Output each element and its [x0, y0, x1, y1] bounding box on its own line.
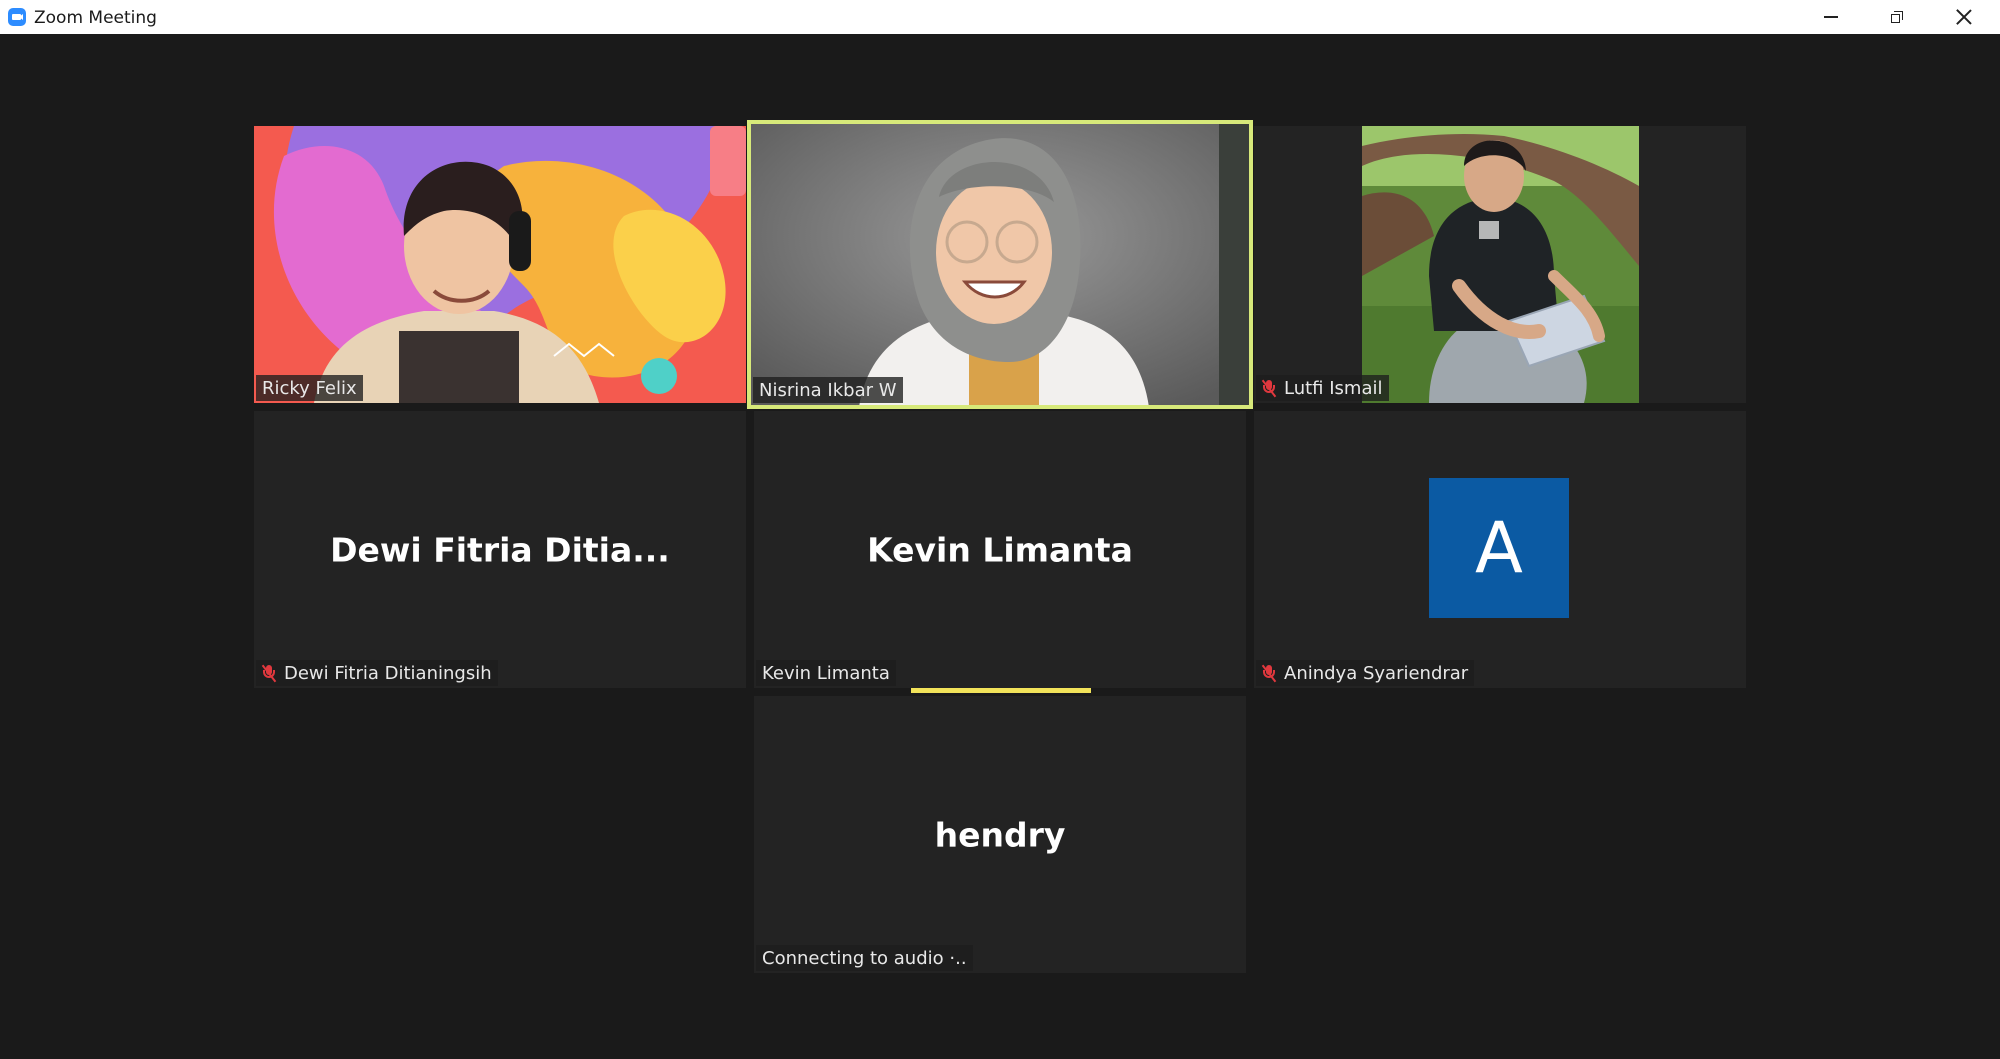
speaking-indicator — [911, 688, 1091, 693]
participant-name-label: Lutfi Ismail — [1256, 375, 1389, 401]
avatar: A — [1429, 478, 1569, 618]
muted-mic-icon — [1261, 379, 1277, 398]
participant-name-label: Dewi Fitria Ditianingsih — [256, 660, 498, 686]
window-title: Zoom Meeting — [34, 8, 157, 28]
participant-name-label: Nisrina Ikbar W — [753, 377, 903, 403]
restore-icon — [1891, 11, 1903, 23]
participant-name: Kevin Limanta — [762, 662, 890, 684]
participant-name-label: Anindya Syariendrar — [1256, 660, 1475, 686]
connection-status-label: Connecting to audio ·.. — [756, 945, 973, 971]
video-tile-dewi-fitria-ditianingsih[interactable]: Dewi Fitria Ditia... Dewi Fitria Ditiani… — [254, 411, 746, 688]
participant-display-name: Kevin Limanta — [867, 530, 1133, 569]
participant-name-label: Kevin Limanta — [756, 660, 896, 686]
video-feed-ricky-felix — [254, 126, 746, 403]
participant-name: Ricky Felix — [262, 377, 357, 399]
participant-name: Anindya Syariendrar — [1284, 662, 1469, 684]
video-feed-nisrina-ikbar-w — [749, 122, 1251, 407]
video-tile-hendry[interactable]: hendry Connecting to audio ·.. — [754, 696, 1246, 973]
close-icon — [1956, 9, 1972, 25]
title-bar: Zoom Meeting — [0, 0, 2000, 34]
video-tile-nisrina-ikbar-w[interactable]: Nisrina Ikbar W — [747, 120, 1253, 409]
video-feed-lutfi-ismail — [1254, 126, 1746, 403]
video-tile-anindya-syariendrar[interactable]: A Anindya Syariendrar — [1254, 411, 1746, 688]
participant-name: Dewi Fitria Ditianingsih — [284, 662, 492, 684]
restore-button[interactable] — [1865, 0, 1929, 34]
connection-status: Connecting to audio ·.. — [762, 947, 967, 969]
participant-name: Nisrina Ikbar W — [759, 379, 897, 401]
participant-name-label: Ricky Felix — [256, 375, 363, 401]
video-tile-lutfi-ismail[interactable]: Lutfi Ismail — [1254, 126, 1746, 403]
participant-name: Lutfi Ismail — [1284, 377, 1383, 399]
zoom-meeting-window: Zoom Meeting Ricky Felix Nisrina Ikbar W… — [0, 0, 2000, 1059]
participant-display-name: Dewi Fitria Ditia... — [330, 530, 670, 569]
video-tile-kevin-limanta[interactable]: Kevin Limanta Kevin Limanta — [754, 411, 1246, 688]
zoom-app-icon — [8, 8, 26, 26]
minimize-icon — [1824, 16, 1838, 18]
close-button[interactable] — [1932, 0, 1996, 34]
video-tile-ricky-felix[interactable]: Ricky Felix — [254, 126, 746, 403]
minimize-button[interactable] — [1799, 0, 1863, 34]
muted-mic-icon — [261, 664, 277, 683]
muted-mic-icon — [1261, 664, 1277, 683]
participant-display-name: hendry — [934, 815, 1066, 854]
